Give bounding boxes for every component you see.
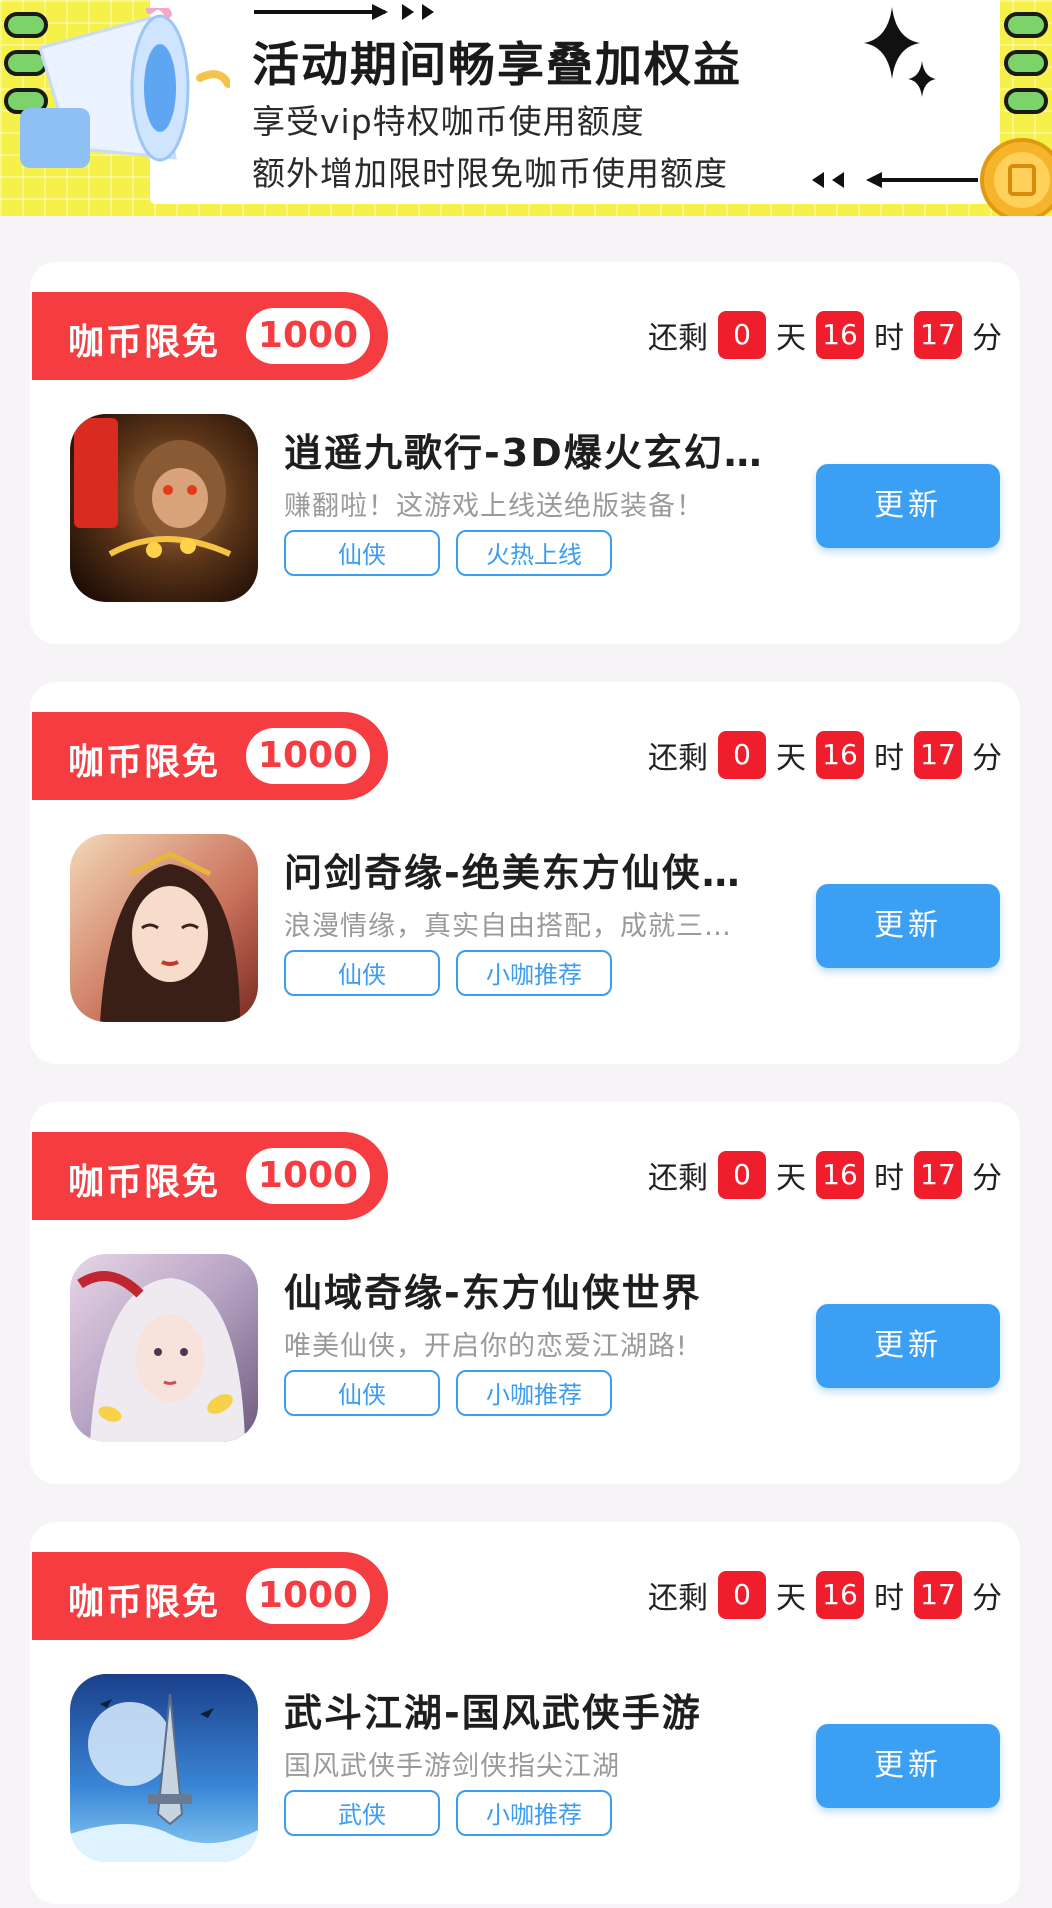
game-icon[interactable] — [70, 414, 258, 602]
tag-label[interactable]: 小咖推荐 — [456, 1790, 612, 1836]
game-card: 咖币限免 1000 还剩 0 天 16 时 17 分 仙域奇缘-东方仙侠世界 唯 — [30, 1102, 1020, 1484]
countdown-unit: 时 — [874, 1161, 904, 1196]
tag-label[interactable]: 火热上线 — [456, 530, 612, 576]
game-card: 咖币限免 1000 还剩 0 天 16 时 17 分 问剑奇缘-绝美东方仙侠… … — [30, 682, 1020, 1064]
badge-label: 咖币限免 — [68, 1582, 221, 1623]
countdown-minutes: 17 — [914, 731, 962, 779]
game-icon[interactable] — [70, 1674, 258, 1862]
countdown-days: 0 — [718, 731, 766, 779]
countdown-unit: 分 — [972, 741, 1002, 776]
game-card: 咖币限免 1000 还剩 0 天 16 时 17 分 逍遥九歌行-3D爆火玄幻…… — [30, 262, 1020, 644]
game-icon[interactable] — [70, 1254, 258, 1442]
countdown-minutes: 17 — [914, 1571, 962, 1619]
countdown-unit: 天 — [776, 1161, 806, 1196]
countdown-timer: 还剩 0 天 16 时 17 分 — [646, 308, 1004, 362]
banner-title: 活动期间畅享叠加权益 — [252, 38, 742, 93]
game-description: 赚翻啦！这游戏上线送绝版装备！ — [284, 491, 704, 522]
coin-icon — [980, 138, 1052, 216]
tag-genre[interactable]: 仙侠 — [284, 530, 440, 576]
tag-label[interactable]: 小咖推荐 — [456, 950, 612, 996]
countdown-minutes: 17 — [914, 311, 962, 359]
countdown-timer: 还剩 0 天 16 时 17 分 — [646, 728, 1004, 782]
tag-label[interactable]: 小咖推荐 — [456, 1370, 612, 1416]
arrow-decoration-icon — [812, 172, 978, 188]
countdown-unit: 天 — [776, 741, 806, 776]
game-description: 国风武侠手游剑侠指尖江湖 — [284, 1751, 620, 1782]
countdown-unit: 分 — [972, 1161, 1002, 1196]
countdown-hours: 16 — [816, 731, 864, 779]
game-icon[interactable] — [70, 834, 258, 1022]
countdown-hours: 16 — [816, 311, 864, 359]
countdown-days: 0 — [718, 1151, 766, 1199]
countdown-timer: 还剩 0 天 16 时 17 分 — [646, 1148, 1004, 1202]
countdown-unit: 天 — [776, 321, 806, 356]
badge-label: 咖币限免 — [68, 322, 221, 363]
tag-genre[interactable]: 武侠 — [284, 1790, 440, 1836]
countdown-days: 0 — [718, 311, 766, 359]
sparkle-icon — [864, 7, 936, 97]
countdown-unit: 时 — [874, 321, 904, 356]
badge-count: 1000 — [246, 728, 370, 784]
countdown-unit: 分 — [972, 1581, 1002, 1616]
badge-count: 1000 — [246, 1568, 370, 1624]
game-title[interactable]: 武斗江湖-国风武侠手游 — [284, 1682, 824, 1737]
megaphone-icon — [20, 8, 230, 168]
game-card: 咖币限免 1000 还剩 0 天 16 时 17 分 武斗江湖-国风武侠手游 国… — [30, 1522, 1020, 1904]
promo-banner: 活动期间畅享叠加权益 享受vip特权咖币使用额度 额外增加限时限免咖币使用额度 — [0, 0, 1052, 216]
free-coin-badge: 咖币限免 1000 — [32, 292, 388, 380]
badge-label: 咖币限免 — [68, 1162, 221, 1203]
countdown-hours: 16 — [816, 1571, 864, 1619]
countdown-timer: 还剩 0 天 16 时 17 分 — [646, 1568, 1004, 1622]
free-coin-badge: 咖币限免 1000 — [32, 1552, 388, 1640]
game-title[interactable]: 问剑奇缘-绝美东方仙侠… — [284, 842, 824, 897]
game-description: 浪漫情缘，真实自由搭配，成就三… — [284, 911, 732, 942]
countdown-hours: 16 — [816, 1151, 864, 1199]
countdown-prefix: 还剩 — [648, 321, 708, 356]
game-title[interactable]: 逍遥九歌行-3D爆火玄幻… — [284, 422, 824, 477]
badge-label: 咖币限免 — [68, 742, 221, 783]
free-coin-badge: 咖币限免 1000 — [32, 712, 388, 800]
tag-genre[interactable]: 仙侠 — [284, 1370, 440, 1416]
update-button[interactable]: 更新 — [816, 884, 1000, 968]
game-title[interactable]: 仙域奇缘-东方仙侠世界 — [284, 1262, 824, 1317]
game-description: 唯美仙侠，开启你的恋爱江湖路! — [284, 1331, 688, 1362]
countdown-minutes: 17 — [914, 1151, 962, 1199]
update-button[interactable]: 更新 — [816, 1304, 1000, 1388]
countdown-unit: 分 — [972, 321, 1002, 356]
free-coin-badge: 咖币限免 1000 — [32, 1132, 388, 1220]
banner-subtitle: 额外增加限时限免咖币使用额度 — [252, 154, 728, 193]
badge-count: 1000 — [246, 308, 370, 364]
countdown-prefix: 还剩 — [648, 1161, 708, 1196]
badge-count: 1000 — [246, 1148, 370, 1204]
tag-genre[interactable]: 仙侠 — [284, 950, 440, 996]
countdown-days: 0 — [718, 1571, 766, 1619]
countdown-prefix: 还剩 — [648, 741, 708, 776]
update-button[interactable]: 更新 — [816, 1724, 1000, 1808]
countdown-unit: 时 — [874, 741, 904, 776]
banner-subtitle: 享受vip特权咖币使用额度 — [252, 102, 645, 141]
countdown-unit: 天 — [776, 1581, 806, 1616]
countdown-prefix: 还剩 — [648, 1581, 708, 1616]
update-button[interactable]: 更新 — [816, 464, 1000, 548]
countdown-unit: 时 — [874, 1581, 904, 1616]
